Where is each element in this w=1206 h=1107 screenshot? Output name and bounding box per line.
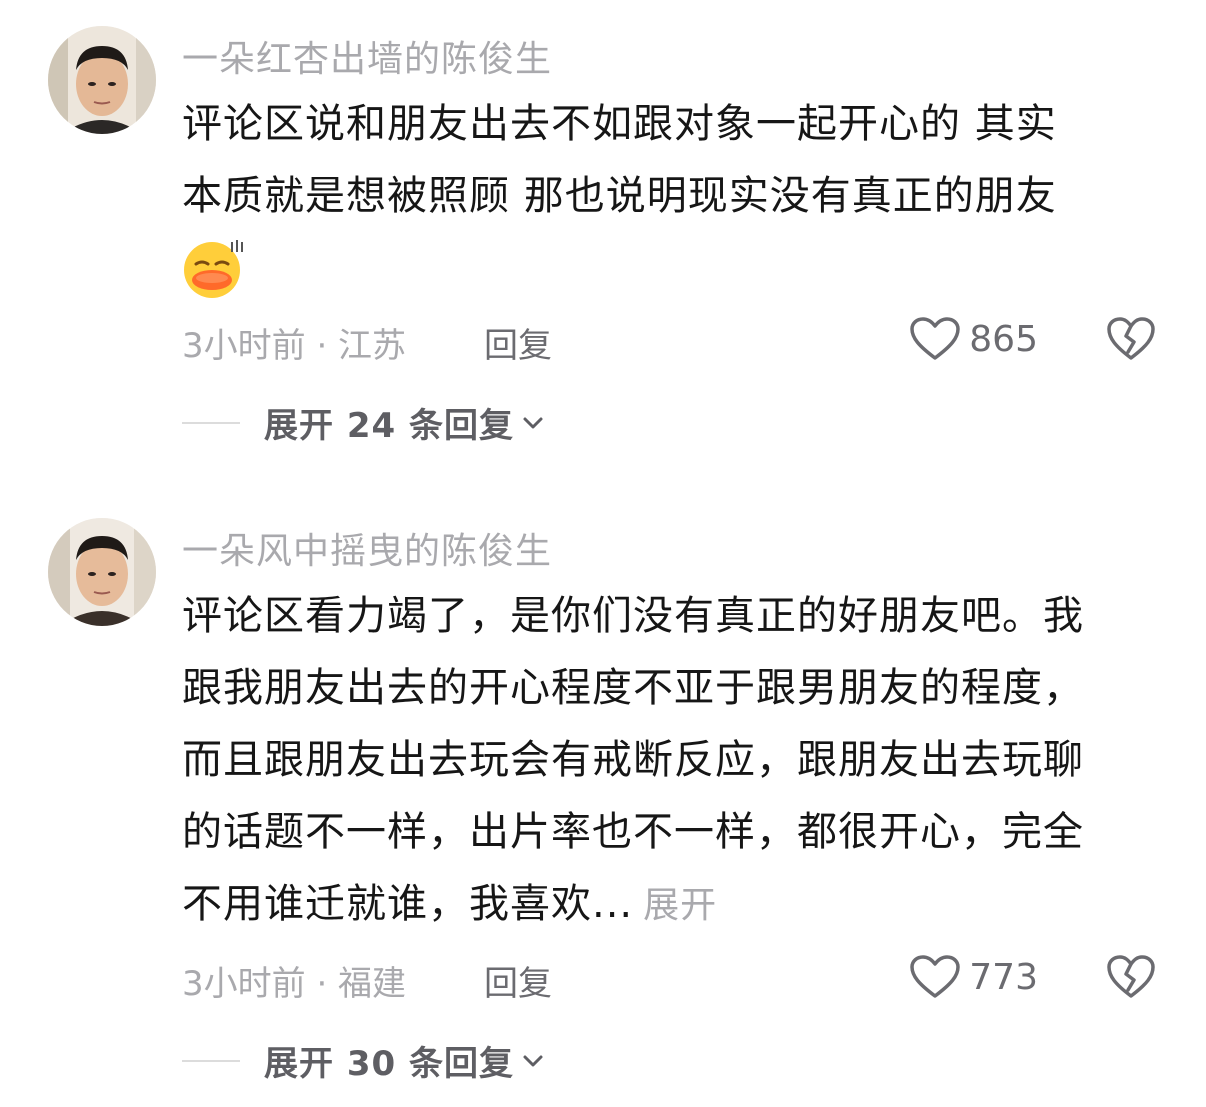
comment-meta: 3小时前 · 江苏 bbox=[182, 326, 407, 366]
heart-outline-icon bbox=[910, 955, 961, 998]
reply-button[interactable]: 回复 bbox=[484, 318, 552, 367]
like-button[interactable]: 773 bbox=[909, 954, 1038, 1000]
chevron-down-icon bbox=[523, 417, 543, 428]
username[interactable]: 一朵红杏出墙的陈俊生 bbox=[182, 30, 552, 82]
reply-button[interactable]: 回复 bbox=[484, 956, 552, 1005]
avatar[interactable] bbox=[48, 26, 156, 134]
comment-text-line: 的话题不一样，出片率也不一样，都很开心，完全 bbox=[182, 809, 1084, 855]
broken-heart-icon bbox=[1107, 955, 1155, 998]
expand-replies-label: 展开 30 条回复 bbox=[264, 1044, 514, 1084]
comment-text: 评论区说和朋友出去不如跟对象一起开心的 其实 本质就是想被照顾 那也说明现实没有… bbox=[182, 88, 1172, 232]
comment-text-line: 跟我朋友出去的开心程度不亚于跟男朋友的程度， bbox=[182, 665, 1084, 711]
expand-replies-button[interactable]: 展开 24 条回复 bbox=[182, 398, 544, 447]
dislike-button[interactable] bbox=[1106, 316, 1156, 362]
like-button[interactable]: 865 bbox=[909, 316, 1038, 362]
expand-replies-label: 展开 24 条回复 bbox=[264, 406, 514, 446]
heart-outline-icon bbox=[910, 317, 961, 360]
divider bbox=[182, 1059, 240, 1062]
avatar[interactable] bbox=[48, 518, 156, 626]
chevron-down-icon bbox=[523, 1055, 543, 1066]
comment-text: 评论区看力竭了，是你们没有真正的好朋友吧。我 跟我朋友出去的开心程度不亚于跟男朋… bbox=[182, 580, 1172, 942]
expand-text-button[interactable]: 展开 bbox=[643, 885, 717, 926]
dislike-button[interactable] bbox=[1106, 954, 1156, 1000]
comment-meta: 3小时前 · 福建 bbox=[182, 964, 407, 1004]
username[interactable]: 一朵风中摇曳的陈俊生 bbox=[182, 522, 552, 574]
expand-replies-button[interactable]: 展开 30 条回复 bbox=[182, 1036, 544, 1085]
divider bbox=[182, 421, 240, 424]
like-count: 773 bbox=[969, 956, 1038, 998]
like-count: 865 bbox=[969, 318, 1038, 360]
comment-text-line: 评论区说和朋友出去不如跟对象一起开心的 其实 bbox=[182, 101, 1057, 147]
comment-text-line: 而且跟朋友出去玩会有戒断反应，跟朋友出去玩聊 bbox=[182, 737, 1084, 783]
comment-text-line: 不用谁迁就谁，我喜欢... 展开 bbox=[182, 868, 1172, 942]
laughing-duck-emoji bbox=[184, 240, 243, 298]
comment-text-line: 本质就是想被照顾 那也说明现实没有真正的朋友 bbox=[182, 173, 1057, 219]
comment-text-line: 评论区看力竭了，是你们没有真正的好朋友吧。我 bbox=[182, 593, 1084, 639]
broken-heart-icon bbox=[1107, 317, 1155, 360]
comment-text-tail: 不用谁迁就谁，我喜欢... bbox=[182, 881, 634, 927]
